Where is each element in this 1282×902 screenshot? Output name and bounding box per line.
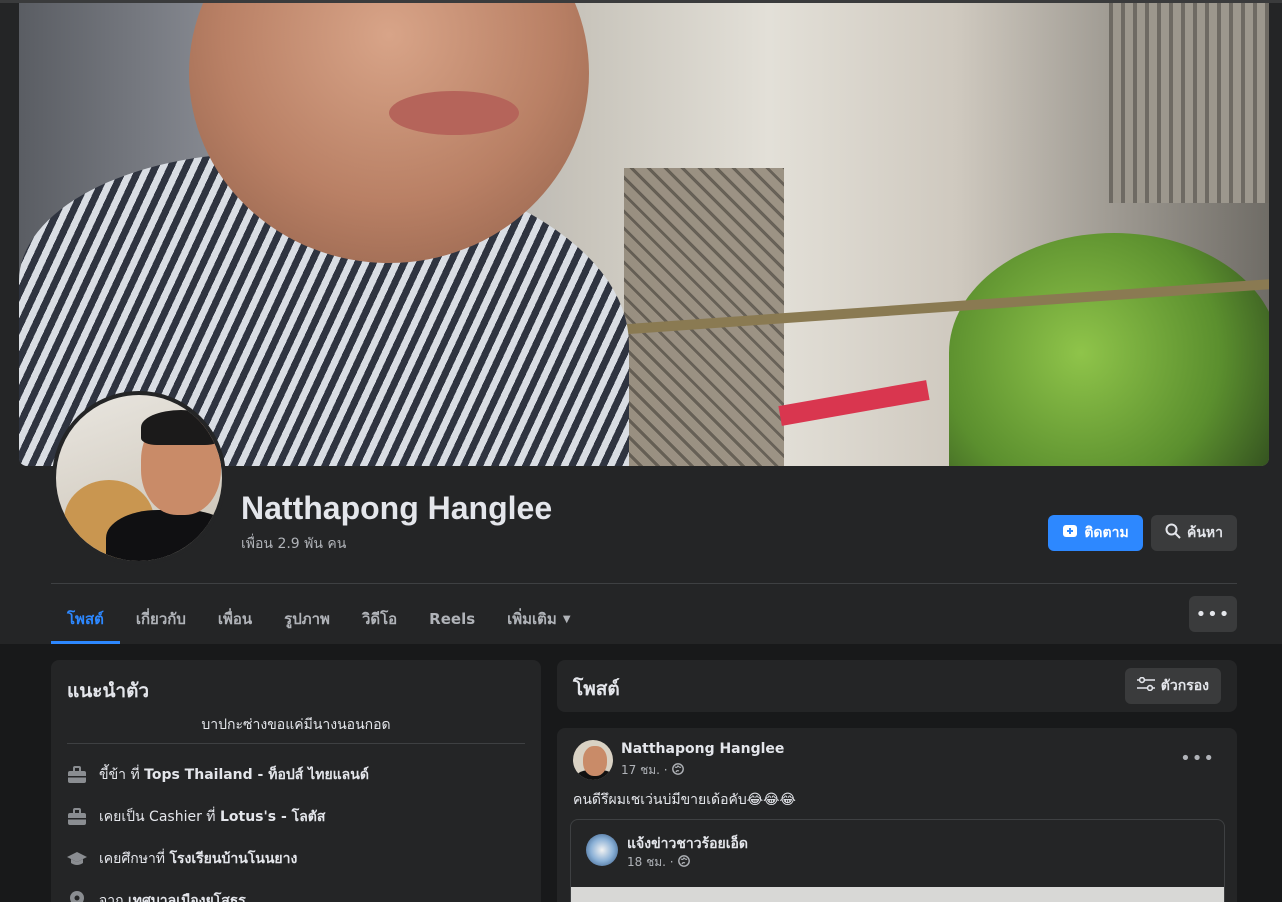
intro-hometown-place[interactable]: เทศบาลเมืองยโสธร: [128, 893, 246, 902]
briefcase-icon: [67, 807, 87, 827]
filter-icon: [1136, 676, 1155, 695]
tab-label: วิดีโอ: [361, 610, 398, 628]
tab-label: เพิ่มเติม: [507, 610, 557, 628]
tab-photos[interactable]: รูปภาพ: [268, 594, 346, 644]
cover-hanger: [778, 380, 930, 426]
post-avatar-face: [583, 746, 607, 776]
intro-hometown-prefix: จาก: [99, 893, 128, 902]
profile-name: Natthapong Hanglee: [241, 490, 553, 526]
intro-education-prefix: เคยศึกษาที่: [99, 851, 170, 867]
shared-post-image[interactable]: [571, 887, 1224, 902]
intro-hometown-row: จาก เทศบาลเมืองยโสธร: [67, 890, 246, 902]
tab-more[interactable]: เพิ่มเติม ▼: [491, 594, 586, 644]
tab-reels[interactable]: Reels: [413, 594, 491, 644]
shared-post-meta: 18 ชม. ·: [627, 853, 690, 872]
globe-icon: [671, 763, 684, 778]
intro-work-place[interactable]: Tops Thailand - ท็อปส์ ไทยแลนด์: [144, 767, 369, 783]
tab-label: เกี่ยวกับ: [135, 610, 186, 628]
tab-about[interactable]: เกี่ยวกับ: [120, 594, 202, 644]
globe-icon: [677, 855, 690, 870]
graduation-cap-icon: [67, 849, 87, 869]
post-author-avatar[interactable]: [573, 740, 613, 780]
cover-photo[interactable]: [19, 3, 1269, 466]
avatar-body: [106, 510, 222, 561]
cover-plants: [949, 233, 1269, 466]
intro-work-row: ขี้ข้า ที่ Tops Thailand - ท็อปส์ ไทยแลน…: [67, 764, 369, 786]
post-author-name[interactable]: Natthapong Hanglee: [621, 741, 784, 757]
search-label: ค้นหา: [1186, 525, 1224, 541]
filter-label: ตัวกรอง: [1160, 678, 1209, 694]
tab-posts[interactable]: โพสต์: [51, 594, 120, 644]
shared-post[interactable]: แจ้งข่าวชาวร้อยเอ็ด 18 ชม. ·: [570, 819, 1225, 902]
intro-education-place[interactable]: โรงเรียนบ้านโนนยาง: [170, 851, 298, 867]
shared-page-avatar[interactable]: [586, 834, 618, 866]
intro-divider: [67, 743, 525, 744]
follow-button[interactable]: ติดตาม: [1048, 515, 1143, 551]
location-pin-icon: [67, 891, 87, 902]
intro-past-work-row: เคยเป็น Cashier ที่ Lotus's - โลตัส: [67, 806, 325, 828]
intro-title: แนะนำตัว: [67, 680, 150, 702]
tab-videos[interactable]: วิดีโอ: [346, 594, 413, 644]
more-options-button[interactable]: •••: [1189, 596, 1237, 632]
caret-down-icon: ▼: [562, 613, 571, 625]
tab-label: โพสต์: [67, 610, 104, 628]
tab-label: Reels: [429, 610, 476, 628]
cover-roof: [1109, 3, 1269, 203]
briefcase-icon: [67, 765, 87, 785]
tab-label: เพื่อน: [217, 610, 253, 628]
follow-icon: [1062, 523, 1078, 543]
profile-avatar[interactable]: [52, 391, 226, 565]
header-divider: [51, 583, 1237, 584]
posts-header: โพสต์ ตัวกรอง: [557, 660, 1237, 712]
tab-friends[interactable]: เพื่อน: [202, 594, 268, 644]
filter-button[interactable]: ตัวกรอง: [1124, 668, 1221, 704]
shared-post-time[interactable]: 18 ชม. ·: [627, 853, 674, 872]
friends-count[interactable]: เพื่อน 2.9 พัน คน: [241, 533, 346, 555]
shared-page-name[interactable]: แจ้งข่าวชาวร้อยเอ็ด: [627, 833, 748, 855]
post-card: Natthapong Hanglee 17 ชม. · ••• คนดีรึผม…: [557, 728, 1237, 902]
profile-tabs: โพสต์ เกี่ยวกับ เพื่อน รูปภาพ วิดีโอ Ree…: [51, 594, 587, 644]
intro-bio: บาปกะซ่างขอแค่มีนางนอนกอด: [201, 717, 391, 733]
intro-card: แนะนำตัว บาปกะซ่างขอแค่มีนางนอนกอด ขี้ข้…: [51, 660, 541, 902]
posts-title: โพสต์: [573, 678, 620, 700]
intro-past-work-place[interactable]: Lotus's - โลตัส: [220, 809, 325, 825]
intro-work-prefix: ขี้ข้า ที่: [99, 767, 145, 783]
intro-past-work-prefix: เคยเป็น Cashier ที่: [99, 809, 220, 825]
post-text: คนดีรึผมเชเว่นบ่มีขายเด้อคับ😂😂😂: [573, 792, 796, 808]
search-button[interactable]: ค้นหา: [1151, 515, 1237, 551]
tab-label: รูปภาพ: [284, 610, 330, 628]
post-meta: 17 ชม. ·: [621, 761, 684, 780]
cover-lips: [389, 91, 519, 135]
search-icon: [1165, 523, 1181, 543]
post-time[interactable]: 17 ชม. ·: [621, 761, 668, 780]
follow-label: ติดตาม: [1084, 525, 1129, 541]
avatar-hair: [141, 410, 221, 445]
intro-education-row: เคยศึกษาที่ โรงเรียนบ้านโนนยาง: [67, 848, 297, 870]
post-options-button[interactable]: •••: [1180, 748, 1215, 769]
